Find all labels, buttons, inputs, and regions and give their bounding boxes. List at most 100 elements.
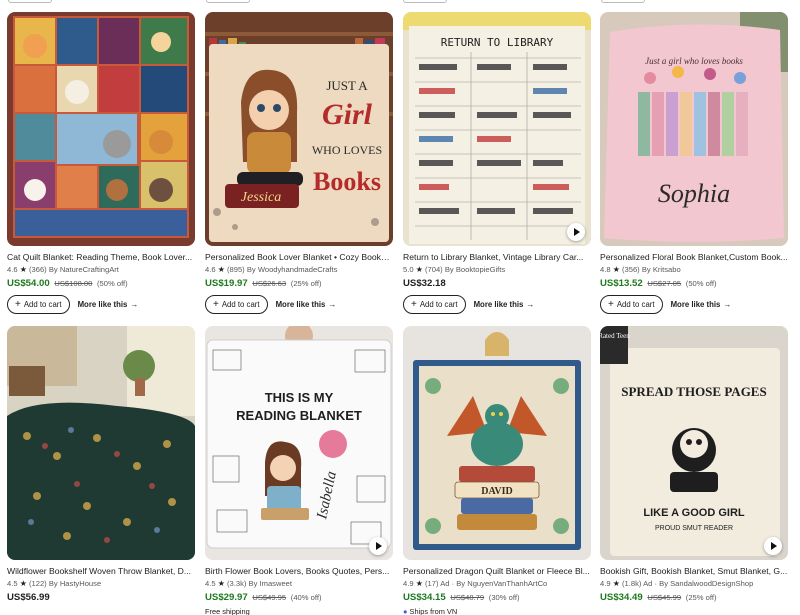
art-line-2: Girl — [322, 98, 373, 131]
discount-label: (30% off) — [488, 593, 520, 602]
listing-card[interactable]: Rated Teen SPREAD THOSE PAGES LIKE A GOO… — [600, 326, 788, 604]
sale-price: US$13.52 — [600, 278, 643, 289]
sale-price: US$34.15 — [403, 592, 446, 603]
rating-value: 5.0 — [403, 265, 414, 274]
play-video-icon[interactable] — [567, 223, 585, 241]
star-icon: ★ — [612, 265, 620, 274]
more-like-this-link[interactable]: More like this → — [474, 300, 535, 309]
plus-icon: + — [608, 298, 614, 310]
ships-from-label: ● Ships from VN — [403, 607, 591, 615]
play-video-icon[interactable] — [764, 537, 782, 555]
personalized-name: DAVID — [481, 486, 513, 497]
add-to-cart-label: Add to cart — [419, 300, 458, 309]
art-heading: RETURN TO LIBRARY — [441, 36, 554, 49]
art-line-2: LIKE A GOOD GIRL — [643, 507, 745, 519]
ships-from-text: Ships from VN — [409, 607, 458, 615]
rated-badge: Rated Teen — [600, 332, 630, 340]
price-row: US$13.52 US$27.05 (50% off) — [600, 278, 788, 290]
original-price: US$49.95 — [252, 593, 287, 602]
listing-title[interactable]: Personalized Dragon Quilt Blanket or Fle… — [403, 566, 591, 577]
prev-row-button-strip — [601, 0, 645, 3]
art-line-1: SPREAD THOSE PAGES — [621, 384, 766, 399]
listing-title[interactable]: Cat Quilt Blanket: Reading Theme, Book L… — [7, 252, 195, 263]
more-like-this-label: More like this — [670, 300, 721, 309]
listing-card[interactable]: Cat Quilt Blanket: Reading Theme, Book L… — [7, 12, 195, 314]
listing-card[interactable]: RETURN TO LIBRARY Return to Library Blan… — [403, 12, 591, 314]
original-price: US$108.00 — [54, 279, 93, 288]
listing-image[interactable]: Just a girl who loves books Sophia — [600, 12, 788, 246]
star-icon: ★ — [217, 579, 225, 588]
cat-quilt-image — [7, 12, 195, 246]
art-line-3: PROUD SMUT READER — [655, 525, 733, 532]
dragon-quilt-image: DAVID — [403, 326, 591, 560]
add-to-cart-label: Add to cart — [221, 300, 260, 309]
plus-icon: + — [15, 298, 21, 310]
listing-title[interactable]: Return to Library Blanket, Vintage Libra… — [403, 252, 591, 263]
listing-image[interactable]: Jessica JUST A Girl WHO LOVES Books — [205, 12, 393, 246]
shop-name: Ad · By NguyenVanThanhArtCo — [440, 579, 548, 588]
review-count: (122) — [28, 579, 47, 588]
rating-value: 4.8 — [600, 265, 611, 274]
add-to-cart-button[interactable]: + Add to cart — [7, 295, 70, 314]
personalized-name: Sophia — [658, 179, 730, 208]
listing-title[interactable]: Wildflower Bookshelf Woven Throw Blanket… — [7, 566, 195, 577]
listing-image[interactable]: RETURN TO LIBRARY — [403, 12, 591, 246]
listing-image[interactable]: DAVID — [403, 326, 591, 560]
more-like-this-label: More like this — [275, 300, 326, 309]
sale-price: US$19.97 — [205, 278, 248, 289]
price: US$32.18 — [403, 278, 446, 289]
sale-price: US$29.97 — [205, 592, 248, 603]
arrow-right-icon: → — [526, 300, 535, 309]
listing-image[interactable] — [7, 326, 195, 560]
listing-card[interactable]: Jessica JUST A Girl WHO LOVES Books Pers… — [205, 12, 393, 314]
review-count: (1.8k) — [621, 579, 642, 588]
shop-name: By BooktopieGifts — [444, 265, 506, 274]
arrow-right-icon: → — [328, 300, 337, 309]
shop-name: By Kritsabo — [641, 265, 681, 274]
review-count: (704) — [424, 265, 443, 274]
more-like-this-link[interactable]: More like this → — [276, 300, 337, 309]
listing-card[interactable]: Just a girl who loves books Sophia Perso… — [600, 12, 788, 314]
listing-card[interactable]: Wildflower Bookshelf Woven Throw Blanket… — [7, 326, 195, 604]
add-to-cart-button[interactable]: + Add to cart — [205, 295, 268, 314]
add-to-cart-label: Add to cart — [616, 300, 655, 309]
original-price: US$48.79 — [450, 593, 485, 602]
original-price: US$45.99 — [647, 593, 682, 602]
listing-title[interactable]: Personalized Book Lover Blanket • Cozy B… — [205, 252, 393, 263]
star-icon: ★ — [612, 579, 620, 588]
listing-title[interactable]: Birth Flower Book Lovers, Books Quotes, … — [205, 566, 393, 577]
listing-card[interactable]: DAVID Personalized Dragon Quilt Blanket … — [403, 326, 591, 615]
listing-card[interactable]: THIS IS MY READING BLANKET Isabella Birt… — [205, 326, 393, 615]
shop-name: By NatureCraftingArt — [48, 265, 119, 274]
review-count: (895) — [226, 265, 245, 274]
more-like-this-link[interactable]: More like this → — [671, 300, 732, 309]
add-to-cart-button[interactable]: + Add to cart — [600, 295, 663, 314]
review-count: (3.3k) — [226, 579, 247, 588]
listing-image[interactable] — [7, 12, 195, 246]
spread-those-pages-image: Rated Teen SPREAD THOSE PAGES LIKE A GOO… — [600, 326, 788, 560]
free-shipping-label: Free shipping — [205, 607, 250, 615]
listing-title[interactable]: Bookish Gift, Bookish Blanket, Smut Blan… — [600, 566, 788, 577]
art-line-4: Books — [313, 167, 381, 196]
reading-blanket-image: THIS IS MY READING BLANKET Isabella — [205, 326, 393, 560]
sale-price: US$34.49 — [600, 592, 643, 603]
listing-image[interactable]: THIS IS MY READING BLANKET Isabella — [205, 326, 393, 560]
rating-value: 4.5 — [7, 579, 18, 588]
shop-name: Ad · By SandalwoodDesignShop — [643, 579, 754, 588]
price-row: US$56.99 — [7, 592, 195, 604]
price-row: US$34.49 US$45.99 (25% off) — [600, 592, 788, 604]
add-to-cart-button[interactable]: + Add to cart — [403, 295, 466, 314]
location-pin-icon: ● — [403, 607, 408, 615]
listing-rating: 4.5 ★ (122) By HastyHouse — [7, 579, 195, 589]
listing-title[interactable]: Personalized Floral Book Blanket,Custom … — [600, 252, 788, 263]
price-row: US$32.18 — [403, 278, 591, 290]
listing-image[interactable]: Rated Teen SPREAD THOSE PAGES LIKE A GOO… — [600, 326, 788, 560]
plus-icon: + — [213, 298, 219, 310]
review-count: (366) — [28, 265, 47, 274]
more-like-this-link[interactable]: More like this → — [78, 300, 139, 309]
rating-value: 4.6 — [7, 265, 18, 274]
library-card-blanket-image: RETURN TO LIBRARY — [403, 12, 591, 246]
star-icon: ★ — [19, 579, 27, 588]
play-video-icon[interactable] — [369, 537, 387, 555]
plus-icon: + — [411, 298, 417, 310]
